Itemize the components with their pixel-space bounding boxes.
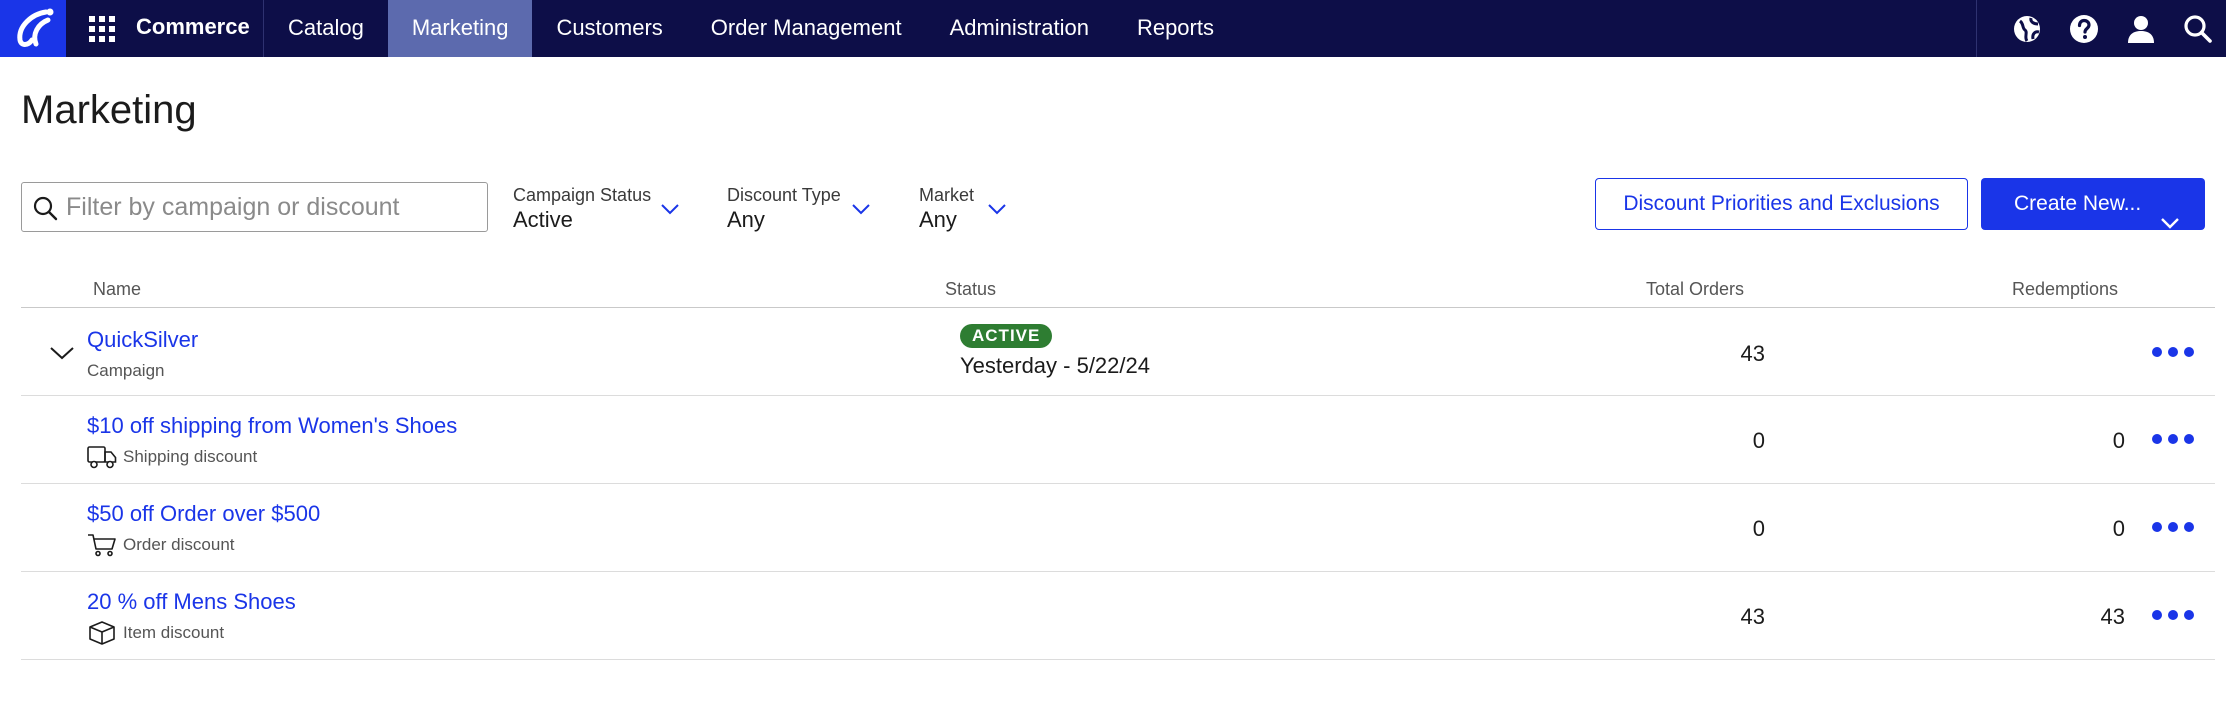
table-row: $10 off shipping from Women's Shoes Ship…	[0, 396, 2226, 484]
more-actions-icon[interactable]	[2152, 337, 2194, 367]
nav-item-marketing[interactable]: Marketing	[387, 0, 533, 57]
discount-name-link[interactable]: $50 off Order over $500	[87, 501, 320, 527]
column-header-redemptions[interactable]: Redemptions	[2012, 279, 2118, 300]
create-new-label: Create New...	[2014, 192, 2142, 215]
user-icon[interactable]	[2112, 0, 2169, 57]
app-switcher-grid-icon[interactable]	[80, 0, 124, 57]
more-actions-icon[interactable]	[2152, 512, 2194, 542]
table-row: $50 off Order over $500 Order discount 0…	[0, 484, 2226, 572]
cart-icon	[87, 533, 117, 557]
campaign-status-value: Active	[513, 207, 573, 232]
total-orders-value: 0	[1752, 516, 1765, 541]
redemptions-value: 43	[2100, 604, 2125, 629]
campaign-status-filter[interactable]: Campaign Status Active	[513, 184, 683, 234]
row-type-label: Order discount	[87, 533, 235, 557]
brand-name[interactable]: Commerce	[136, 0, 250, 57]
chevron-down-icon[interactable]	[50, 346, 74, 365]
table-row: 20 % off Mens Shoes Item discount 43 43	[0, 572, 2226, 660]
discount-name-link[interactable]: $10 off shipping from Women's Shoes	[87, 413, 457, 439]
table-row: QuickSilver Campaign ACTIVE Yesterday - …	[0, 308, 2226, 396]
redemptions-value: 0	[2112, 516, 2125, 541]
globe-icon[interactable]	[1998, 0, 2055, 57]
column-header-status[interactable]: Status	[945, 279, 996, 300]
campaign-name-link[interactable]: QuickSilver	[87, 327, 198, 353]
total-orders-value: 43	[1740, 604, 1765, 629]
nav-item-order-management[interactable]: Order Management	[687, 0, 926, 57]
column-header-name[interactable]: Name	[93, 279, 141, 300]
box-icon	[87, 621, 117, 645]
campaign-status-label: Campaign Status	[513, 185, 652, 205]
search-box	[21, 182, 488, 232]
nav-divider	[1976, 0, 1977, 57]
search-icon	[32, 195, 58, 226]
row-type-text: Campaign	[87, 361, 165, 380]
nav-item-administration[interactable]: Administration	[926, 0, 1113, 57]
create-new-button[interactable]: Create New...	[1981, 178, 2205, 230]
page-title: Marketing	[21, 88, 197, 132]
redemptions-value: 0	[2112, 428, 2125, 453]
total-orders-value: 43	[1740, 341, 1765, 366]
optimizely-logo-icon[interactable]	[0, 0, 66, 57]
row-type-label: Shipping discount	[87, 445, 257, 469]
chevron-down-icon	[661, 202, 679, 220]
status-badge: ACTIVE	[960, 324, 1053, 348]
search-input[interactable]	[66, 189, 476, 225]
truck-icon	[87, 445, 117, 469]
row-type-label: Item discount	[87, 621, 224, 645]
chevron-down-icon	[852, 202, 870, 220]
discount-name-link[interactable]: 20 % off Mens Shoes	[87, 589, 296, 615]
row-divider	[21, 659, 2215, 660]
row-type-text: Shipping discount	[123, 447, 258, 466]
more-actions-icon[interactable]	[2152, 600, 2194, 630]
nav-item-catalog[interactable]: Catalog	[264, 0, 388, 57]
top-icons	[1998, 0, 2226, 57]
column-header-total-orders[interactable]: Total Orders	[1646, 279, 1744, 300]
total-orders-value: 0	[1752, 428, 1765, 453]
market-filter[interactable]: Market Any	[919, 184, 1009, 234]
chevron-down-icon	[988, 202, 1006, 220]
row-type-text: Item discount	[123, 623, 225, 642]
chevron-down-icon	[2161, 197, 2179, 249]
row-type-text: Order discount	[123, 535, 235, 554]
top-navigation-bar: Commerce Catalog Marketing Customers Ord…	[0, 0, 2226, 57]
discount-type-filter[interactable]: Discount Type Any	[727, 184, 877, 234]
discount-priorities-button[interactable]: Discount Priorities and Exclusions	[1595, 178, 1968, 230]
search-icon[interactable]	[2169, 0, 2226, 57]
nav-item-reports[interactable]: Reports	[1113, 0, 1238, 57]
nav-item-customers[interactable]: Customers	[532, 0, 686, 57]
row-type-label: Campaign	[87, 361, 165, 381]
main-nav: Catalog Marketing Customers Order Manage…	[264, 0, 1238, 57]
help-icon[interactable]	[2055, 0, 2112, 57]
more-actions-icon[interactable]	[2152, 424, 2194, 454]
date-range: Yesterday - 5/22/24	[960, 353, 1150, 378]
